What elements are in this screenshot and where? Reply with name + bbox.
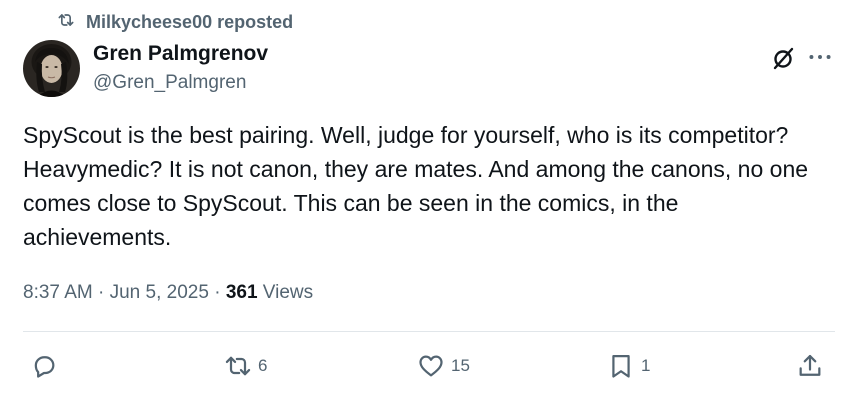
- tweet-meta: 8:37 AM · Jun 5, 2025 · 361 Views: [23, 282, 313, 304]
- reply-icon: [34, 356, 55, 378]
- tweet-date[interactable]: Jun 5, 2025: [110, 282, 209, 303]
- share-button[interactable]: [796, 352, 824, 380]
- like-count: 15: [451, 356, 470, 375]
- reply-button[interactable]: [30, 352, 64, 380]
- share-icon: [799, 354, 821, 376]
- tweet-time[interactable]: 8:37 AM: [23, 282, 93, 303]
- author-handle[interactable]: @Gren_Palmgren: [93, 72, 246, 94]
- repost-indicator[interactable]: Milkycheese00 reposted: [56, 10, 293, 35]
- heart-icon: [419, 355, 443, 377]
- more-icon: [809, 55, 831, 59]
- avatar[interactable]: [23, 40, 80, 97]
- divider: [23, 331, 835, 332]
- author-name[interactable]: Gren Palmgrenov: [93, 42, 268, 66]
- meta-separator: ·: [92, 282, 110, 303]
- grok-button[interactable]: [770, 45, 796, 71]
- meta-separator: ·: [208, 282, 226, 303]
- repost-text: Milkycheese00 reposted: [86, 12, 294, 32]
- views-count[interactable]: 361: [226, 282, 258, 303]
- tweet-text: SpyScout is the best pairing. Well, judg…: [23, 122, 809, 250]
- repost-button[interactable]: 6: [224, 352, 267, 380]
- repost-icon: [56, 10, 76, 35]
- repost-count: 6: [258, 356, 268, 375]
- views-label: Views: [257, 282, 314, 303]
- bookmark-icon: [612, 354, 630, 378]
- grok-icon: [773, 47, 794, 70]
- like-button[interactable]: 15: [417, 352, 470, 380]
- bookmark-button[interactable]: 1: [607, 352, 650, 380]
- bookmark-count: 1: [641, 356, 651, 375]
- more-options-button[interactable]: [806, 44, 834, 70]
- repost-icon: [225, 356, 251, 376]
